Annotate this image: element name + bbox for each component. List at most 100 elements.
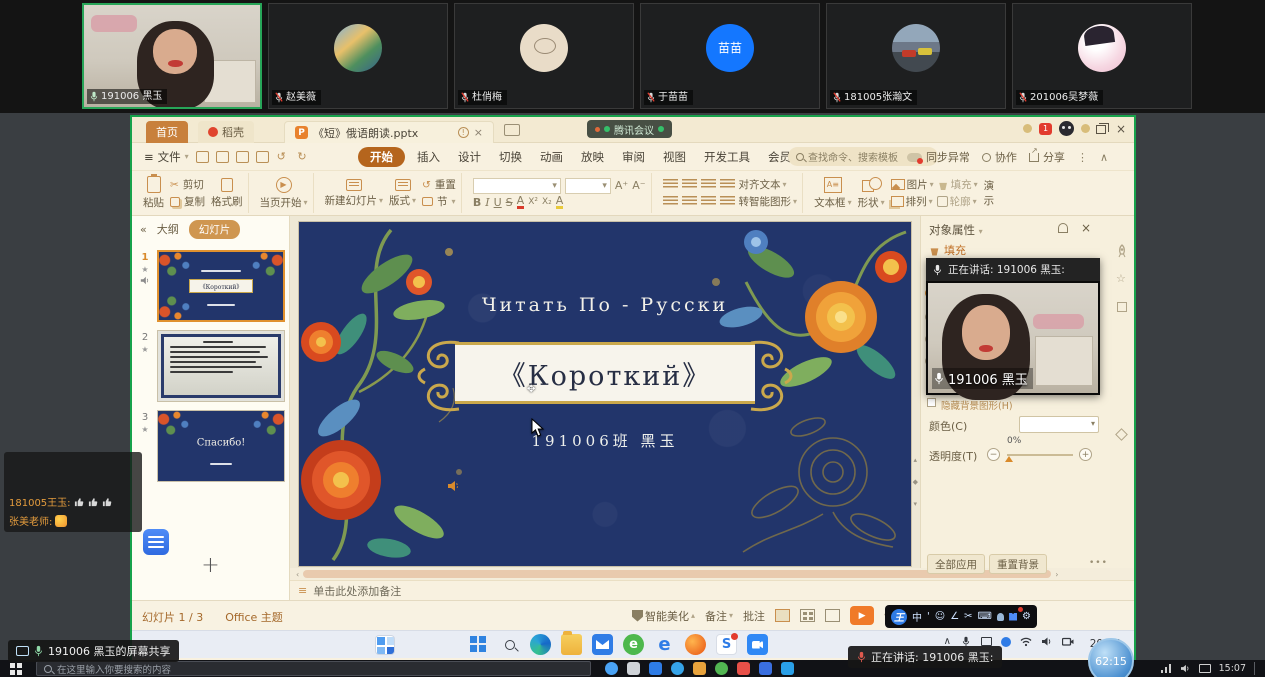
restore-window-icon[interactable] [1096, 125, 1106, 134]
speaker-icon[interactable] [1041, 636, 1053, 647]
transparency-plus-button[interactable]: + [1079, 448, 1092, 461]
mail-app-icon[interactable] [592, 634, 613, 655]
slide-sound-icon[interactable] [447, 480, 461, 492]
notification-badge[interactable]: 1 [1039, 123, 1052, 135]
panel-square-icon[interactable] [1117, 302, 1127, 312]
justify-icon[interactable] [720, 196, 735, 207]
app-icon[interactable] [693, 662, 706, 675]
participant-tile-speaker[interactable]: 191006 黑玉 [82, 3, 262, 109]
menu-review[interactable]: 审阅 [613, 149, 654, 165]
menu-home[interactable]: 开始 [358, 147, 405, 167]
paste-button[interactable]: 粘贴 [143, 176, 164, 210]
participant-tile[interactable]: 201006吴梦薇 [1012, 3, 1192, 109]
pin-panel-icon[interactable] [1058, 223, 1068, 233]
ime-toolbar[interactable]: 王 中 ' ☺ ∠ ✂ ⌨ ⚙ [885, 605, 1037, 628]
align-text-button[interactable]: 对齐文本▾ [739, 177, 787, 192]
reset-background-button[interactable]: 重置背景 [989, 554, 1047, 574]
ime-punct-icon[interactable]: ' [927, 611, 930, 622]
slide-thumbnail-2[interactable] [157, 330, 285, 402]
app-icon[interactable] [715, 662, 728, 675]
color-dropdown[interactable] [1019, 416, 1099, 433]
number-list-icon[interactable] [682, 179, 697, 190]
menu-devtools[interactable]: 开发工具 [695, 149, 759, 165]
more-menu-icon[interactable]: ⋮ [1077, 151, 1088, 164]
comments-button[interactable]: 批注 [743, 608, 765, 624]
slide-editor[interactable]: Читать По - Русски 《Короткий》 [299, 222, 911, 566]
transparency-slider-thumb[interactable] [1005, 456, 1013, 462]
app-icon[interactable] [759, 662, 772, 675]
sync-status[interactable]: 同步异常 [907, 149, 970, 165]
collapse-ribbon-icon[interactable]: ∧ [1100, 151, 1108, 164]
preview-icon[interactable] [256, 151, 269, 163]
local-clock[interactable]: 15:07 [1219, 663, 1246, 674]
tab-document[interactable]: P 《短》俄语朗读.pptx ! × [284, 121, 494, 143]
tab-close-icon[interactable]: × [474, 126, 483, 139]
widgets-button[interactable] [375, 635, 395, 655]
transparency-slider[interactable] [1007, 454, 1073, 456]
section-button[interactable]: 节▾ [422, 194, 456, 209]
smart-graphic-button[interactable]: 转智能图形▾ [739, 194, 798, 209]
participant-tile[interactable]: 181005张瀚文 [826, 3, 1006, 109]
tencent-meeting-icon[interactable] [747, 634, 768, 655]
shrink-font-button[interactable]: A⁻ [632, 179, 645, 192]
font-size-select[interactable]: ▾ [565, 178, 611, 194]
floating-list-widget[interactable] [143, 529, 169, 555]
arrange-button[interactable]: 排列▾ [891, 194, 933, 209]
tab-docer[interactable]: 稻壳 [198, 121, 254, 143]
speaker-icon[interactable] [1180, 664, 1191, 673]
align-right-icon[interactable] [701, 196, 716, 207]
notes-toggle-button[interactable]: 备注▾ [705, 608, 733, 624]
floating-speaker-video[interactable]: 正在讲话: 191006 黑玉: 191006 黑玉 [926, 258, 1100, 395]
speaker-video-frame[interactable]: 191006 黑玉 [926, 281, 1100, 395]
grow-font-button[interactable]: A⁺ [615, 179, 628, 192]
slide-title-banner[interactable]: 《Короткий》 [455, 342, 755, 404]
vertical-scroll-markers[interactable]: ▴◆▾ [913, 456, 918, 508]
app-icon[interactable] [605, 662, 618, 675]
fill-button[interactable]: 填充▾ [938, 177, 978, 192]
tray-app-icon[interactable] [1001, 637, 1011, 647]
highlight-button[interactable]: A [556, 196, 564, 209]
ime-skin-icon[interactable] [1009, 613, 1017, 621]
slide-canvas[interactable]: Читать По - Русски 《Короткий》 [290, 216, 920, 568]
reset-button[interactable]: ↺重置 [422, 177, 456, 192]
file-explorer-icon[interactable] [561, 634, 582, 655]
ime-mode-icon[interactable]: 中 [912, 609, 922, 624]
app-icon[interactable] [649, 662, 662, 675]
file-menu[interactable]: ≡ 文件 ▾ [144, 149, 189, 165]
font-name-select[interactable]: ▾ [473, 178, 561, 194]
print-icon[interactable] [236, 151, 249, 163]
participant-tile[interactable]: 赵美薇 [268, 3, 448, 109]
signal-icon[interactable] [1161, 664, 1172, 673]
ime-emoji-icon[interactable]: ☺ [935, 611, 945, 622]
font-color-button[interactable]: A [517, 196, 525, 209]
local-search-box[interactable]: 在这里输入你要搜索的内容 [36, 661, 591, 676]
cut-button[interactable]: ✂剪切 [170, 177, 205, 192]
ime-pen-icon[interactable]: ∠ [950, 611, 959, 622]
keyboard-icon[interactable] [1199, 664, 1211, 673]
new-slide-button[interactable]: 新建幻灯片▾ [325, 179, 384, 208]
local-start-button[interactable] [10, 663, 22, 675]
bullet-list-icon[interactable] [663, 179, 678, 190]
notes-bar[interactable]: ≡ 单击此处添加备注 [290, 580, 1134, 600]
slide-subtitle-text[interactable]: Читать По - Русски [299, 294, 911, 316]
tray-book-icon[interactable] [981, 637, 992, 646]
menu-animation[interactable]: 动画 [531, 149, 572, 165]
beautify-button[interactable]: 智能美化▴ [632, 608, 695, 624]
underline-button[interactable]: U [494, 196, 502, 209]
ime-logo-icon[interactable]: 王 [891, 609, 907, 625]
copy-button[interactable]: 复制 [170, 194, 205, 209]
add-slide-button[interactable]: + [132, 553, 289, 578]
slide-thumbnail-3[interactable]: Спасибо! [157, 410, 285, 482]
close-panel-icon[interactable]: × [1081, 221, 1091, 235]
app-icon[interactable] [671, 662, 684, 675]
bold-button[interactable]: B [473, 196, 481, 209]
account-avatar[interactable] [1059, 121, 1074, 136]
participant-tile[interactable]: 苗苗 于苗苗 [640, 3, 820, 109]
normal-view-button[interactable] [775, 609, 790, 622]
shapes-button[interactable]: 形状▾ [858, 177, 885, 210]
italic-button[interactable]: I [485, 196, 489, 209]
ime-keyboard-icon[interactable]: ⌨ [978, 611, 992, 622]
new-tab-button[interactable] [504, 124, 520, 136]
start-button[interactable] [468, 634, 489, 655]
picture-button[interactable]: 图片▾ [891, 177, 934, 192]
